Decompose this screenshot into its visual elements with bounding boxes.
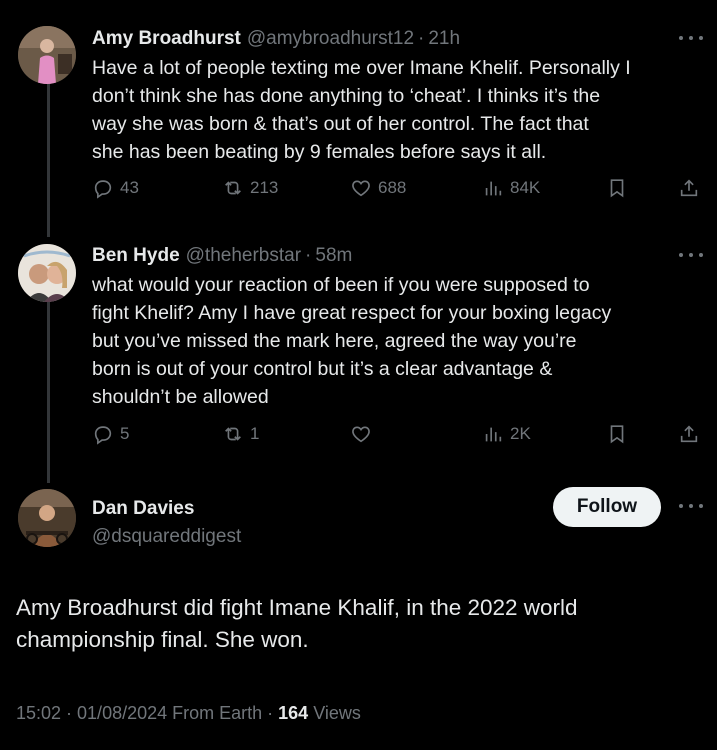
author-handle[interactable]: @amybroadhurst12	[247, 28, 414, 50]
like-button[interactable]: 688	[350, 175, 406, 201]
bookmark-button[interactable]	[606, 175, 628, 201]
separator: ·	[305, 245, 312, 266]
repost-button[interactable]: 213	[222, 175, 278, 201]
repost-button[interactable]: 1	[222, 421, 259, 447]
avatar[interactable]	[18, 244, 76, 302]
author-handle[interactable]: @theherbstar	[186, 245, 301, 267]
tweet-text: Have a lot of people texting me over Ima…	[92, 57, 631, 163]
avatar[interactable]	[18, 489, 76, 547]
repost-count: 1	[250, 424, 260, 443]
main-tweet-text: Amy Broadhurst did fight Imane Khalif, i…	[16, 595, 578, 652]
author-name[interactable]: Amy Broadhurst	[92, 28, 241, 50]
more-icon[interactable]	[679, 245, 703, 265]
like-count: 688	[378, 178, 407, 197]
views-button[interactable]: 2K	[482, 421, 531, 447]
more-icon[interactable]	[679, 501, 703, 511]
share-icon	[680, 179, 698, 197]
reply-icon	[94, 426, 112, 445]
tweet-amy-broadhurst[interactable]: Amy Broadhurst @amybroadhurst12 · 21h Ha…	[0, 0, 717, 230]
timestamp[interactable]: 58m	[315, 245, 352, 267]
views-button[interactable]: 84K	[482, 175, 540, 201]
views-count: 164	[278, 703, 309, 723]
follow-button[interactable]: Follow	[553, 487, 661, 527]
bookmark-icon	[610, 425, 624, 444]
reply-count: 5	[120, 424, 130, 443]
views-label: Views	[308, 703, 361, 723]
repost-count: 213	[250, 178, 279, 197]
timestamp[interactable]: 21h	[428, 28, 460, 50]
bookmark-button[interactable]	[606, 421, 628, 447]
author-handle[interactable]: @dsquareddigest	[92, 526, 241, 548]
views-icon	[485, 427, 502, 442]
avatar-image	[18, 489, 76, 547]
reply-count: 43	[120, 178, 139, 197]
reply-icon	[94, 180, 112, 199]
views-icon	[485, 181, 502, 196]
reply-button[interactable]: 43	[92, 175, 139, 201]
share-icon	[680, 425, 698, 443]
like-button[interactable]	[350, 421, 372, 447]
timestamp-source[interactable]: 15:02 · 01/08/2024 From Earth ·	[16, 703, 278, 723]
tweet-ben-hyde[interactable]: Ben Hyde @theherbstar · 58m what would y…	[0, 236, 717, 476]
share-button[interactable]	[678, 175, 700, 201]
views-count: 2K	[510, 424, 531, 443]
tweet-text: what would your reaction of been if you …	[92, 274, 612, 408]
bookmark-icon	[610, 179, 624, 198]
separator: ·	[418, 28, 425, 49]
author-name[interactable]: Dan Davies	[92, 498, 194, 520]
tweet-meta: 15:02 · 01/08/2024 From Earth · 164 View…	[16, 703, 361, 724]
avatar-image	[18, 244, 76, 302]
reply-button[interactable]: 5	[92, 421, 129, 447]
avatar[interactable]	[18, 26, 76, 84]
repost-icon	[225, 427, 241, 441]
heart-icon	[352, 426, 370, 443]
author-name[interactable]: Ben Hyde	[92, 245, 180, 267]
share-button[interactable]	[678, 421, 700, 447]
heart-icon	[352, 180, 370, 197]
more-icon[interactable]	[679, 28, 703, 48]
views-count: 84K	[510, 178, 541, 197]
repost-icon	[225, 181, 241, 195]
avatar-image	[18, 26, 76, 84]
